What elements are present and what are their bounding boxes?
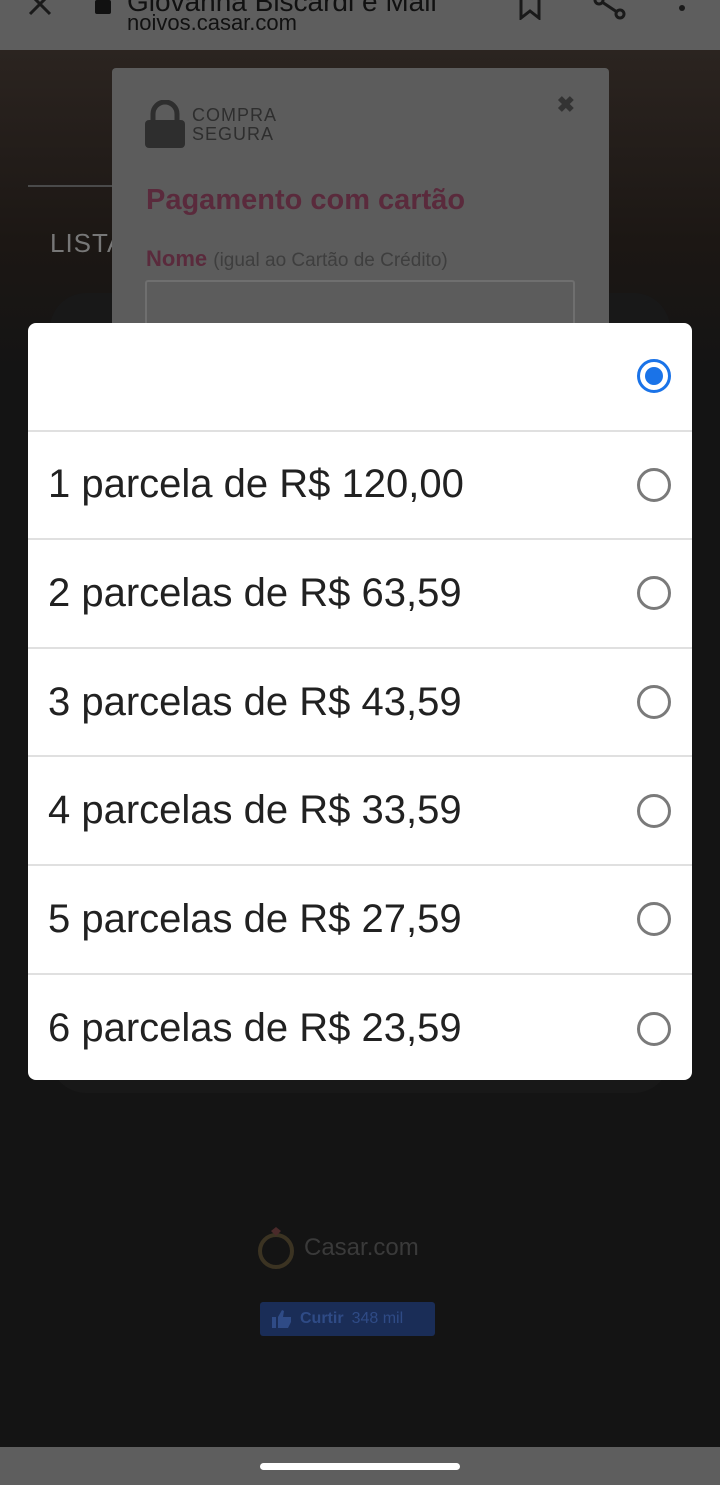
- radio-icon[interactable]: [637, 1011, 671, 1046]
- system-navigation-bar: [0, 1447, 720, 1485]
- close-icon[interactable]: [26, 0, 54, 18]
- installment-option-4[interactable]: 4 parcelas de R$ 33,59: [28, 757, 692, 866]
- like-label: Curtir: [300, 1310, 344, 1327]
- radio-icon[interactable]: [637, 576, 671, 611]
- option-label: 4 parcelas de R$ 33,59: [48, 788, 462, 833]
- name-label-text: Nome: [146, 246, 208, 271]
- share-icon[interactable]: [592, 0, 628, 22]
- radio-selected-icon[interactable]: [637, 359, 671, 394]
- radio-icon[interactable]: [637, 467, 671, 502]
- installment-option-5[interactable]: 5 parcelas de R$ 27,59: [28, 866, 692, 975]
- url-text[interactable]: noivos.casar.com: [127, 10, 297, 36]
- home-gesture-handle[interactable]: [260, 1463, 460, 1470]
- option-label: 1 parcela de R$ 120,00: [48, 462, 464, 507]
- option-label: 5 parcelas de R$ 27,59: [48, 896, 462, 941]
- name-hint: (igual ao Cartão de Crédito): [213, 250, 448, 271]
- like-count: 348 mil: [351, 1310, 404, 1327]
- secure-purchase-badge: COMPRA SEGURA: [192, 106, 277, 144]
- thumbs-up-icon: [272, 1310, 291, 1328]
- installment-option-2[interactable]: 2 parcelas de R$ 63,59: [28, 540, 692, 649]
- installment-option-3[interactable]: 3 parcelas de R$ 43,59: [28, 649, 692, 758]
- option-label: 2 parcelas de R$ 63,59: [48, 570, 462, 615]
- option-label: 6 parcelas de R$ 23,59: [48, 1006, 462, 1051]
- more-options-icon[interactable]: [670, 0, 694, 22]
- ring-icon: [258, 1227, 294, 1269]
- name-label: Nome (igual ao Cartão de Crédito): [146, 246, 448, 272]
- radio-icon[interactable]: [637, 793, 671, 828]
- padlock-icon: [145, 100, 185, 148]
- installment-option-6[interactable]: 6 parcelas de R$ 23,59: [28, 975, 692, 1080]
- radio-icon[interactable]: [637, 685, 671, 720]
- divider: [28, 185, 118, 187]
- casar-logo[interactable]: Casar.com: [256, 1227, 419, 1269]
- installment-picker: 1 parcela de R$ 120,00 2 parcelas de R$ …: [28, 323, 692, 1080]
- facebook-like-button[interactable]: Curtir 348 mil: [260, 1302, 435, 1336]
- installment-option-empty[interactable]: [28, 323, 692, 432]
- secure-line-2: SEGURA: [192, 124, 275, 144]
- logo-text: Casar.com: [304, 1234, 419, 1261]
- secure-line-1: COMPRA: [192, 105, 278, 125]
- lock-icon: [95, 0, 111, 14]
- option-label: 3 parcelas de R$ 43,59: [48, 679, 462, 724]
- radio-icon[interactable]: [637, 902, 671, 937]
- bookmark-icon[interactable]: [516, 0, 544, 20]
- browser-toolbar: Giovanna Biscardi e Mall noivos.casar.co…: [0, 0, 720, 50]
- installment-option-1[interactable]: 1 parcela de R$ 120,00: [28, 432, 692, 541]
- payment-title: Pagamento com cartão: [146, 184, 466, 216]
- dialog-close-button[interactable]: ✖: [557, 92, 575, 118]
